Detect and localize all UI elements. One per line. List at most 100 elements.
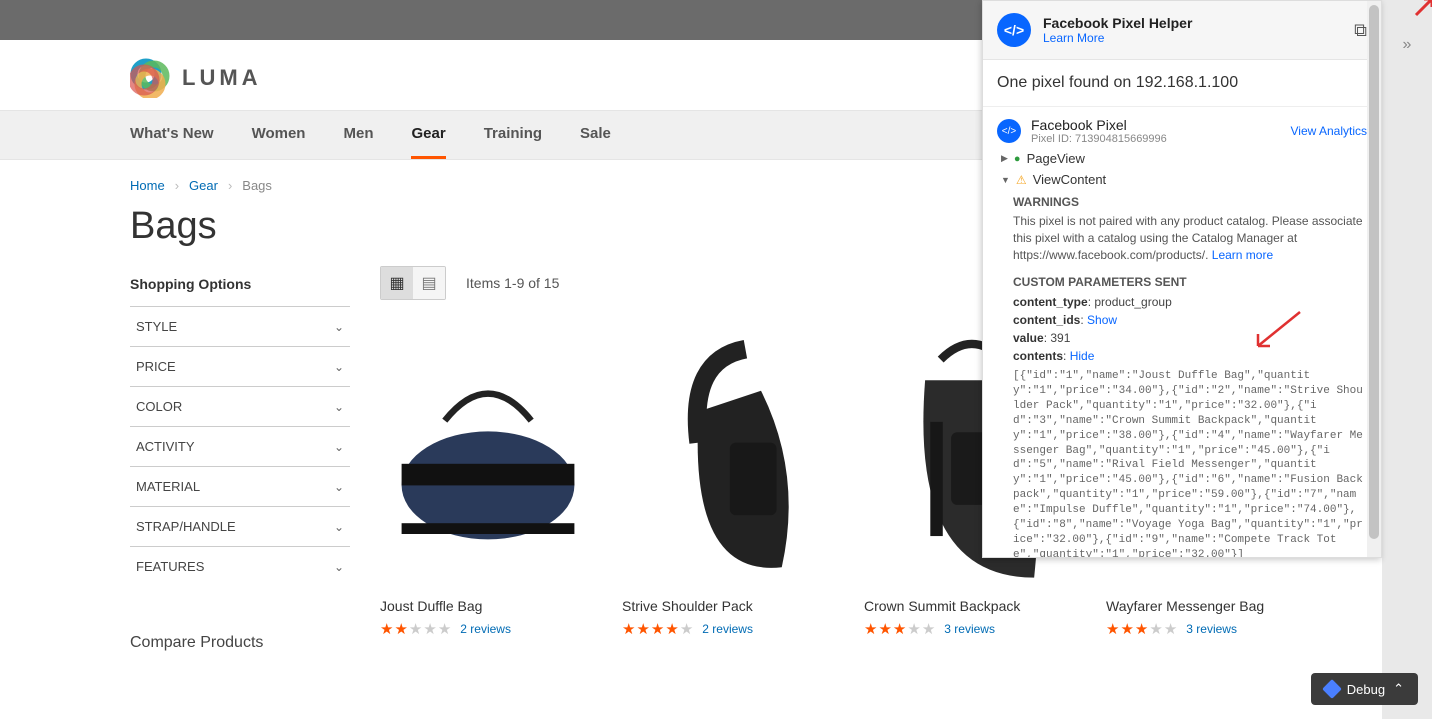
debug-label: Debug <box>1347 682 1385 697</box>
event-pageview[interactable]: ▶ ● PageView <box>997 145 1367 166</box>
rating-stars: ★★★★★ <box>380 620 452 638</box>
filter-label: ACTIVITY <box>136 439 195 454</box>
product-name: Strive Shoulder Pack <box>622 598 838 614</box>
breadcrumb-current: Bags <box>242 178 272 193</box>
extension-popup: </> Facebook Pixel Helper Learn More ⧉ O… <box>982 0 1382 558</box>
chevron-down-icon: ⌄ <box>334 320 344 334</box>
reviews-link[interactable]: 3 reviews <box>944 622 995 636</box>
ext-pixel-id: Pixel ID: 713904815669996 <box>1031 133 1167 145</box>
param-content-type: content_type: product_group <box>1013 293 1367 311</box>
ext-title: Facebook Pixel Helper <box>1043 15 1192 31</box>
breadcrumb-gear[interactable]: Gear <box>189 178 218 193</box>
check-circle-icon: ● <box>1014 153 1021 165</box>
warnings-heading: WARNINGS <box>1013 195 1367 209</box>
ext-pixel-row: </> Facebook Pixel Pixel ID: 71390481566… <box>997 117 1367 145</box>
product-name: Joust Duffle Bag <box>380 598 596 614</box>
rating-stars: ★★★★★ <box>864 620 936 638</box>
scrollbar-thumb[interactable] <box>1369 5 1379 539</box>
nav-women[interactable]: Women <box>252 111 306 159</box>
filter-label: MATERIAL <box>136 479 200 494</box>
event-viewcontent[interactable]: ▼ ⚠ ViewContent <box>997 166 1367 187</box>
grid-view-button[interactable]: ▦ <box>381 267 413 299</box>
logo-text: LUMA <box>182 65 262 91</box>
product-card[interactable]: Strive Shoulder Pack ★★★★★ 2 reviews <box>622 318 838 638</box>
filter-label: PRICE <box>136 359 176 374</box>
chevron-right-icon: › <box>228 178 232 193</box>
logo[interactable]: LUMA <box>130 58 262 98</box>
triangle-right-icon: ▶ <box>1001 153 1008 164</box>
warnings-text: This pixel is not paired with any produc… <box>1013 213 1367 263</box>
list-icon: ▤ <box>421 273 436 293</box>
scrollbar-track[interactable] <box>1367 1 1381 557</box>
nav-training[interactable]: Training <box>484 111 542 159</box>
logo-icon <box>130 58 170 98</box>
param-content-ids: content_ids: Show <box>1013 311 1367 329</box>
nav-whats-new[interactable]: What's New <box>130 111 214 159</box>
reviews-link[interactable]: 2 reviews <box>702 622 753 636</box>
sidebar: Shopping Options STYLE ⌄ PRICE ⌄ COLOR ⌄ AC… <box>130 266 350 652</box>
open-external-icon[interactable]: ⧉ <box>1354 20 1367 41</box>
product-image <box>380 318 596 588</box>
filter-label: STYLE <box>136 319 177 334</box>
ext-summary: One pixel found on 192.168.1.100 <box>983 60 1381 107</box>
ext-body: </> Facebook Pixel Pixel ID: 71390481566… <box>983 107 1381 557</box>
chevron-down-icon: ⌄ <box>334 400 344 414</box>
chevron-down-icon: ⌄ <box>334 480 344 494</box>
grid-icon: ▦ <box>389 273 404 293</box>
filter-label: COLOR <box>136 399 182 414</box>
view-analytics-link[interactable]: View Analytics <box>1291 124 1367 138</box>
compare-products-heading: Compare Products <box>130 634 350 652</box>
filter-style[interactable]: STYLE ⌄ <box>130 306 350 346</box>
reviews-link[interactable]: 3 reviews <box>1186 622 1237 636</box>
filter-activity[interactable]: ACTIVITY ⌄ <box>130 426 350 466</box>
event-label: PageView <box>1027 151 1085 166</box>
product-name: Wayfarer Messenger Bag <box>1106 598 1322 614</box>
filter-material[interactable]: MATERIAL ⌄ <box>130 466 350 506</box>
list-view-button[interactable]: ▤ <box>413 267 445 299</box>
rating-stars: ★★★★★ <box>622 620 694 638</box>
ext-header: </> Facebook Pixel Helper Learn More ⧉ <box>983 1 1381 60</box>
chevron-down-icon: ⌄ <box>334 360 344 374</box>
filter-strap[interactable]: STRAP/HANDLE ⌄ <box>130 506 350 546</box>
chevron-up-icon: ⌃ <box>1393 681 1404 697</box>
filter-price[interactable]: PRICE ⌄ <box>130 346 350 386</box>
hide-link[interactable]: Hide <box>1070 349 1095 363</box>
warning-icon: ⚠ <box>1016 173 1027 187</box>
nav-gear[interactable]: Gear <box>411 111 445 159</box>
filter-color[interactable]: COLOR ⌄ <box>130 386 350 426</box>
custom-params-heading: CUSTOM PARAMETERS SENT <box>1013 275 1367 289</box>
chevron-down-icon: ⌄ <box>334 520 344 534</box>
debug-button[interactable]: Debug ⌃ <box>1311 673 1418 705</box>
learn-more-link[interactable]: Learn more <box>1212 248 1273 262</box>
filter-label: STRAP/HANDLE <box>136 519 236 534</box>
ext-pixel-name: Facebook Pixel <box>1031 117 1167 133</box>
rating-stars: ★★★★★ <box>1106 620 1178 638</box>
browser-right-strip: » <box>1382 0 1432 719</box>
view-mode-switcher: ▦ ▤ <box>380 266 446 300</box>
filter-features[interactable]: FEATURES ⌄ <box>130 546 350 586</box>
chevron-right-icon: › <box>175 178 179 193</box>
product-image <box>622 318 838 588</box>
product-name: Crown Summit Backpack <box>864 598 1080 614</box>
chevrons-down-icon[interactable]: » <box>1403 36 1412 54</box>
param-value: value: 391 <box>1013 329 1367 347</box>
item-count: Items 1-9 of 15 <box>466 275 559 291</box>
triangle-down-icon: ▼ <box>1001 175 1010 185</box>
chevron-down-icon: ⌄ <box>334 560 344 574</box>
nav-men[interactable]: Men <box>343 111 373 159</box>
product-card[interactable]: Joust Duffle Bag ★★★★★ 2 reviews <box>380 318 596 638</box>
contents-raw: [{"id":"1","name":"Joust Duffle Bag","qu… <box>1013 369 1367 557</box>
code-icon: </> <box>997 13 1031 47</box>
annotation-arrow-top <box>1412 0 1432 19</box>
show-link[interactable]: Show <box>1087 313 1117 327</box>
nav-sale[interactable]: Sale <box>580 111 611 159</box>
diamond-icon <box>1322 679 1342 699</box>
sidebar-heading: Shopping Options <box>130 266 350 306</box>
chevron-down-icon: ⌄ <box>334 440 344 454</box>
ext-learn-more-link[interactable]: Learn More <box>1043 31 1192 45</box>
code-icon: </> <box>997 119 1021 143</box>
filter-label: FEATURES <box>136 559 204 574</box>
event-label: ViewContent <box>1033 172 1106 187</box>
reviews-link[interactable]: 2 reviews <box>460 622 511 636</box>
breadcrumb-home[interactable]: Home <box>130 178 165 193</box>
